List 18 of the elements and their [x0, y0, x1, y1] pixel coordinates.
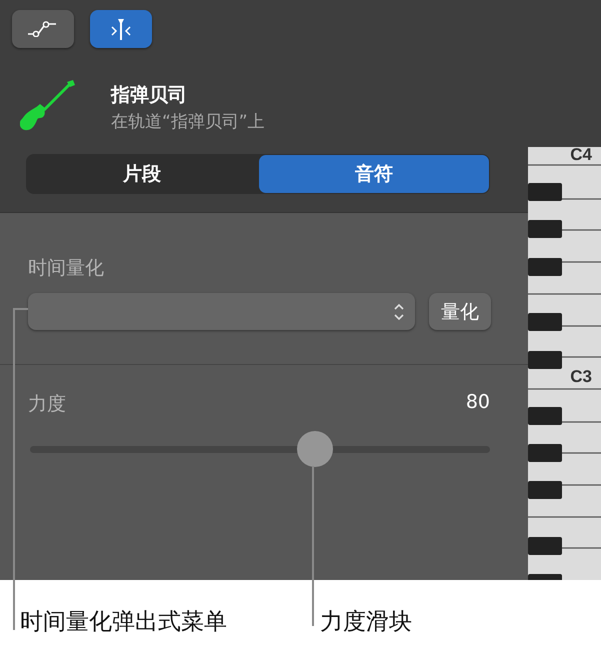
velocity-value: 80	[466, 391, 490, 415]
time-quantize-label: 时间量化	[28, 257, 104, 279]
tab[interactable]: 音符	[259, 155, 489, 193]
slider-thumb[interactable]	[297, 431, 334, 467]
quantize-icon	[109, 17, 133, 41]
stepper-arrows-icon	[393, 302, 405, 322]
track-subtitle: 在轨道“指弹贝司”上	[111, 110, 265, 132]
track-name: 指弹贝司	[111, 82, 188, 108]
curve-icon	[28, 21, 58, 37]
quantize-button[interactable]	[90, 10, 152, 48]
automation-button[interactable]	[12, 10, 74, 48]
tab[interactable]: 片段	[27, 155, 257, 193]
quantize-action-button[interactable]: 量化	[429, 293, 491, 330]
velocity-label: 力度	[28, 392, 66, 417]
callout-label: 时间量化弹出式菜单	[20, 608, 227, 637]
callout-label: 力度滑块	[320, 608, 412, 637]
piano-keyboard-drawing: C4 C3	[528, 147, 601, 580]
velocity-slider[interactable]	[30, 431, 490, 467]
